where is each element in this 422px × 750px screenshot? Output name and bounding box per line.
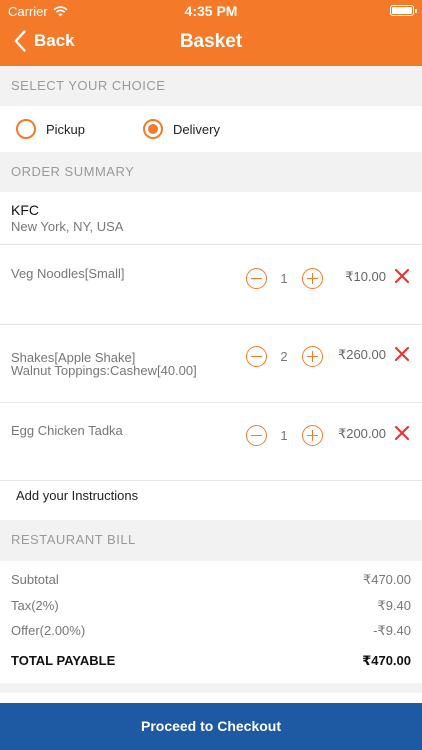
item-name: Shakes[Apple Shake] Walnut Toppings:Cash… xyxy=(11,351,197,377)
decrease-qty-button[interactable] xyxy=(246,268,267,289)
item-name-line: Egg Chicken Tadka xyxy=(11,423,123,438)
tax-label: Tax(2%) xyxy=(11,598,59,613)
delivery-option[interactable]: Delivery xyxy=(143,119,220,139)
total-label: TOTAL PAYABLE xyxy=(11,653,116,668)
item-qty: 1 xyxy=(280,271,288,286)
app-header: Carrier 4:35 PM Back Basket xyxy=(0,0,422,66)
bill-section-label: RESTAURANT BILL xyxy=(0,520,422,560)
add-instructions-button[interactable]: Add your Instructions xyxy=(16,488,138,503)
item-qty: 1 xyxy=(280,428,288,443)
item-name: Egg Chicken Tadka xyxy=(11,424,123,437)
restaurant-address: New York, NY, USA xyxy=(11,219,124,234)
status-right xyxy=(390,5,417,16)
pickup-radio[interactable] xyxy=(16,119,36,139)
proceed-to-checkout-button[interactable]: Proceed to Checkout xyxy=(0,703,422,750)
decrease-qty-button[interactable] xyxy=(246,425,267,446)
choice-section-label: SELECT YOUR CHOICE xyxy=(0,66,422,106)
remove-item-icon[interactable] xyxy=(394,346,410,362)
offer-label: Offer(2.00%) xyxy=(11,623,86,638)
remove-item-icon[interactable] xyxy=(394,425,410,441)
choice-row: Pickup Delivery xyxy=(0,106,422,152)
item-addon-line: Walnut Toppings:Cashew[40.00] xyxy=(11,363,197,378)
subtotal-value: ₹470.00 xyxy=(362,572,411,587)
item-name: Veg Noodles[Small] xyxy=(11,267,124,280)
pickup-option[interactable]: Pickup xyxy=(16,119,85,139)
item-price: ₹200.00 xyxy=(337,426,386,441)
item-price: ₹260.00 xyxy=(337,347,386,362)
tax-value: ₹9.40 xyxy=(377,598,411,613)
offer-value: -₹9.40 xyxy=(373,623,411,638)
item-name-line: Veg Noodles[Small] xyxy=(11,266,125,281)
remove-item-icon[interactable] xyxy=(394,268,410,284)
bottom-spacer xyxy=(0,693,422,703)
nav-bar: Back Basket xyxy=(0,22,422,66)
total-value: ₹470.00 xyxy=(362,653,411,668)
status-bar: Carrier 4:35 PM xyxy=(0,0,422,22)
delivery-label: Delivery xyxy=(173,121,220,137)
item-qty: 2 xyxy=(280,349,288,364)
decrease-qty-button[interactable] xyxy=(246,346,267,367)
battery-icon xyxy=(390,5,417,16)
restaurant-name: KFC xyxy=(11,202,39,218)
divider xyxy=(0,324,422,325)
delivery-radio[interactable] xyxy=(143,119,163,139)
pickup-label: Pickup xyxy=(46,121,86,137)
order-section-label: ORDER SUMMARY xyxy=(0,152,422,192)
page-title: Basket xyxy=(179,31,243,52)
divider xyxy=(0,244,422,245)
divider xyxy=(0,402,422,403)
status-time: 4:35 PM xyxy=(184,3,238,19)
divider xyxy=(0,480,422,481)
subtotal-label: Subtotal xyxy=(11,572,59,587)
item-price: ₹10.00 xyxy=(345,269,386,284)
